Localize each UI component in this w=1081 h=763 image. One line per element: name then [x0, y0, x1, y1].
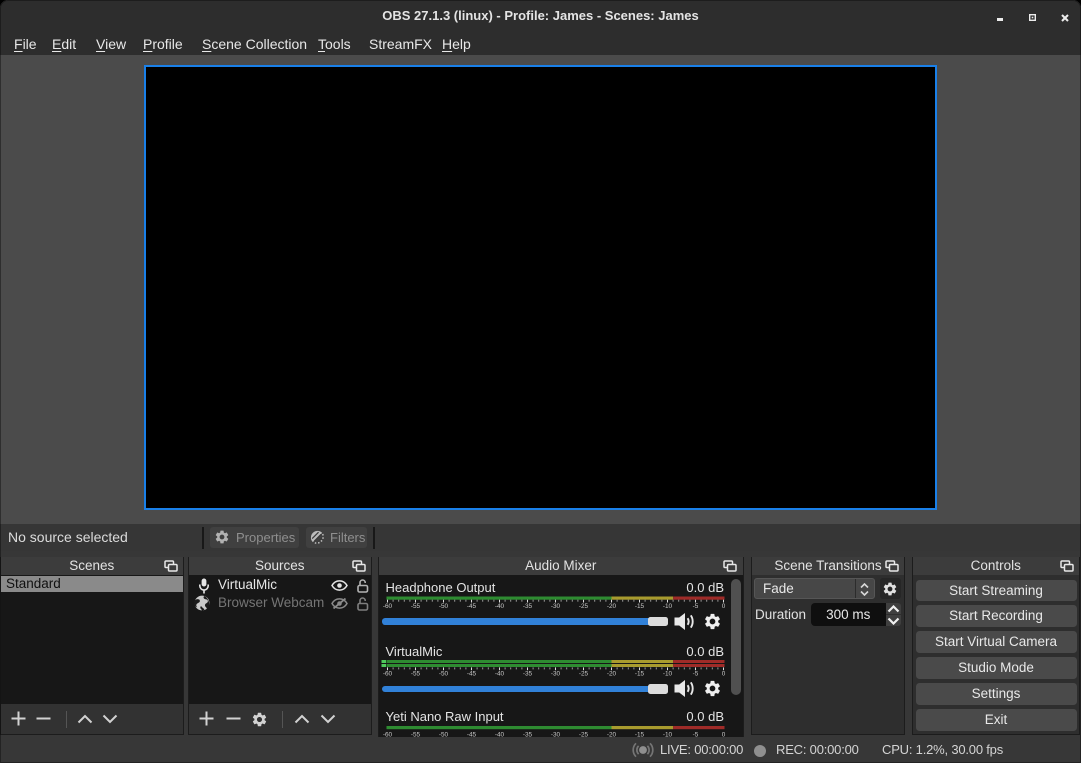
svg-text:-10: -10 [662, 670, 672, 677]
svg-text:-35: -35 [522, 670, 532, 677]
svg-text:-60: -60 [382, 670, 392, 677]
svg-text:-30: -30 [550, 603, 560, 609]
svg-text:-50: -50 [438, 670, 448, 677]
svg-text:-20: -20 [606, 670, 616, 677]
svg-text:-20: -20 [606, 603, 616, 609]
svg-text:0: 0 [721, 603, 725, 609]
svg-text:-35: -35 [522, 603, 532, 609]
svg-text:-5: -5 [692, 603, 698, 609]
svg-text:-15: -15 [634, 670, 644, 677]
svg-text:-55: -55 [410, 603, 420, 609]
svg-text:-50: -50 [438, 603, 448, 609]
svg-text:-60: -60 [382, 603, 392, 609]
svg-text:-45: -45 [466, 603, 476, 609]
svg-text:-30: -30 [550, 670, 560, 677]
svg-text:-15: -15 [634, 603, 644, 609]
svg-text:-5: -5 [692, 670, 698, 677]
svg-text:-10: -10 [662, 603, 672, 609]
svg-text:-40: -40 [494, 670, 504, 677]
svg-text:-40: -40 [494, 603, 504, 609]
svg-text:-55: -55 [410, 670, 420, 677]
svg-text:-25: -25 [578, 670, 588, 677]
svg-text:-45: -45 [466, 670, 476, 677]
svg-text:0: 0 [721, 670, 725, 677]
svg-text:-25: -25 [578, 603, 588, 609]
